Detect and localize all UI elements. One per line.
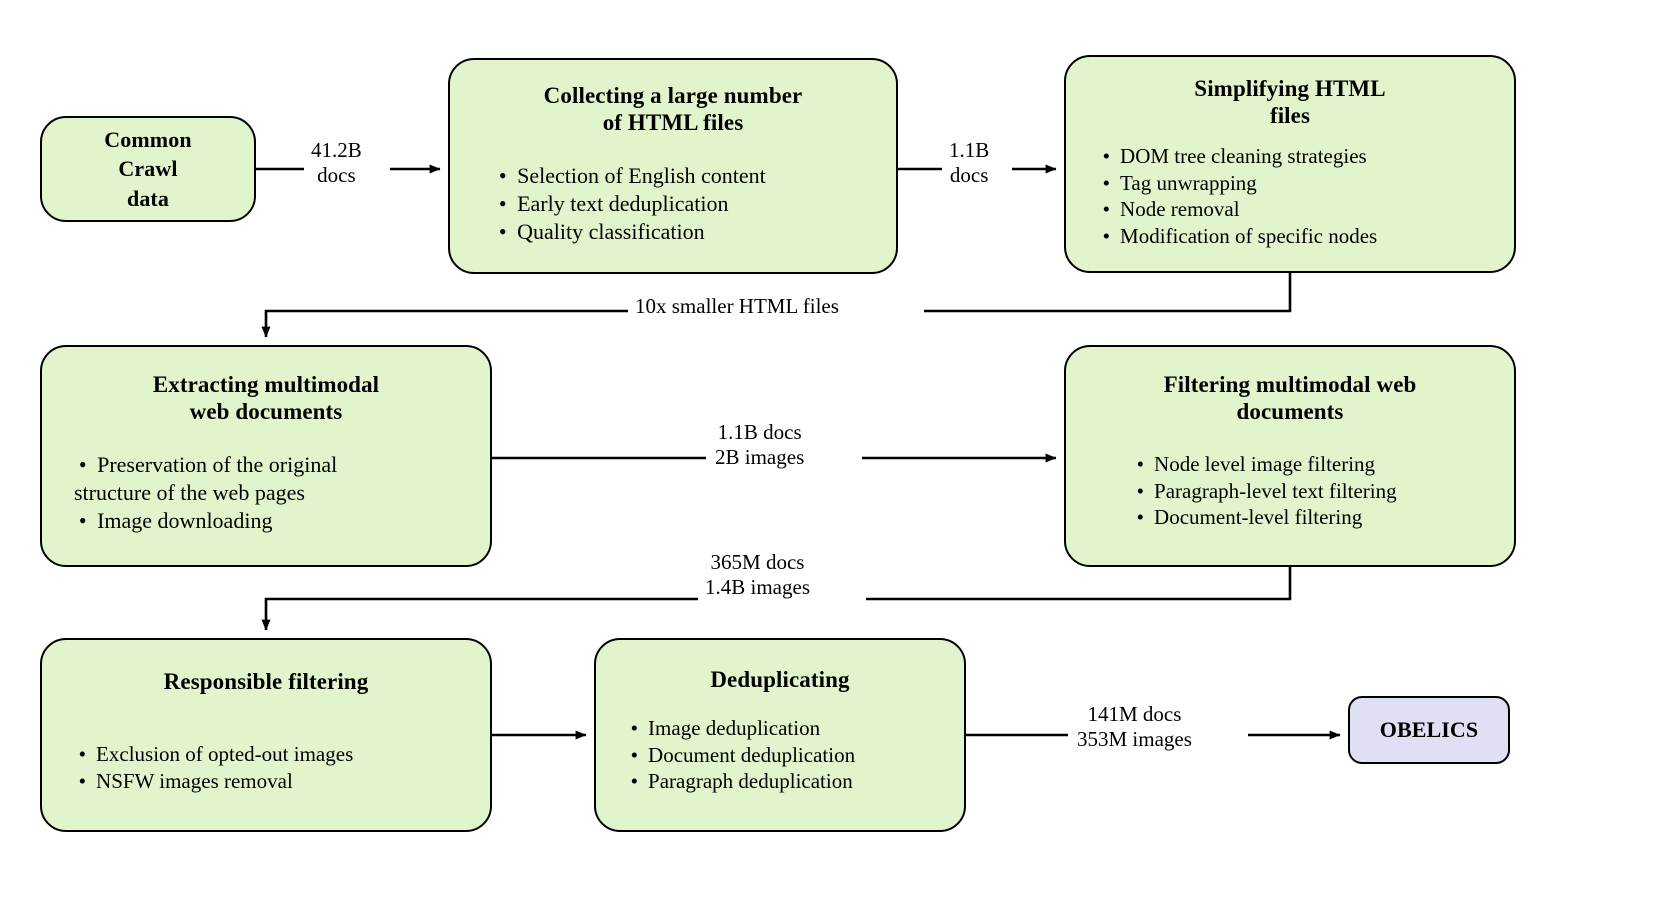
list-item: • Tag unwrapping [1102, 170, 1257, 195]
node-extracting-bullets: • Preservation of the original structure o… [42, 451, 490, 534]
list-item: • Node removal [1102, 197, 1240, 222]
node-collecting-html-files[interactable]: Collecting a large number of HTML files … [448, 58, 898, 274]
bullet-icon: • [1136, 505, 1144, 530]
bullet-icon: • [498, 218, 507, 244]
list-item: • Image deduplication [630, 716, 821, 741]
node-extracting-title: Extracting multimodal web documents [152, 372, 380, 425]
node-deduplicating-bullets: • Image deduplication • Document deduplica… [596, 715, 964, 794]
list-item: • Modification of specific nodes [1102, 223, 1378, 248]
node-obelics-output[interactable]: OBELICS [1348, 696, 1510, 764]
bullet-icon: • [78, 452, 87, 478]
list-item: • Quality classification [498, 218, 705, 244]
node-simplifying-bullets: • DOM tree cleaning strategies • Tag unwra… [1066, 143, 1514, 249]
bullet-icon: • [498, 190, 507, 216]
node-common-crawl[interactable]: Common Crawl data [40, 116, 256, 222]
flowchart-canvas: Common Crawl data Collecting a large num… [0, 0, 1678, 904]
bullet-icon: • [1102, 170, 1110, 195]
node-responsible-bullets: • Exclusion of opted-out images • NSFW ima… [42, 741, 490, 794]
bullet-icon: • [1136, 452, 1144, 477]
node-deduplicating-title: Deduplicating [710, 667, 850, 692]
list-item: • Image downloading [78, 507, 273, 533]
bullet-icon: • [78, 768, 86, 793]
list-item: • Selection of English content [498, 163, 766, 189]
list-item: • Exclusion of opted-out images [78, 742, 354, 767]
bullet-icon: • [498, 163, 507, 189]
bullet-icon: • [630, 742, 638, 767]
bullet-icon: • [78, 742, 86, 767]
bullet-icon: • [1102, 197, 1110, 222]
node-filtering-bullets: • Node level image filtering • Paragraph-l… [1066, 451, 1514, 530]
node-collecting-title: Collecting a large number of HTML files [543, 83, 803, 136]
edge-label-crawl-to-collecting: 41.2B docs [306, 138, 367, 189]
bullet-icon: • [1102, 223, 1110, 248]
node-collecting-bullets: • Selection of English content • Early tex… [450, 162, 896, 245]
list-item: • Paragraph deduplication [630, 769, 853, 794]
node-deduplicating[interactable]: Deduplicating • Image deduplication • Docu… [594, 638, 966, 832]
list-item: • Node level image filtering [1136, 452, 1376, 477]
list-item: • Paragraph-level text filtering [1136, 478, 1397, 503]
node-filtering-title: Filtering multimodal web documents [1163, 372, 1417, 425]
node-filtering-multimodal-web-documents[interactable]: Filtering multimodal web documents • Node… [1064, 345, 1516, 567]
list-item: • NSFW images removal [78, 768, 293, 793]
bullet-icon: • [630, 716, 638, 741]
bullet-icon: • [630, 769, 638, 794]
list-item: • Document-level filtering [1136, 505, 1363, 530]
list-item: • DOM tree cleaning strategies [1102, 144, 1367, 169]
edge-label-simplifying-to-extracting: 10x smaller HTML files [630, 294, 844, 320]
edge-label-extracting-to-filtering: 1.1B docs 2B images [710, 420, 810, 471]
edge-label-filtering-to-responsible: 365M docs 1.4B images [700, 550, 815, 601]
list-item: • Preservation of the original structure o… [74, 452, 338, 505]
list-item: • Early text deduplication [498, 190, 729, 216]
node-responsible-filtering[interactable]: Responsible filtering • Exclusion of opte… [40, 638, 492, 832]
node-simplifying-title: Simplifying HTML files [1194, 76, 1386, 129]
bullet-icon: • [1102, 144, 1110, 169]
node-simplifying-html-files[interactable]: Simplifying HTML files • DOM tree cleanin… [1064, 55, 1516, 273]
bullet-icon: • [1136, 478, 1144, 503]
node-extracting-multimodal-web-documents[interactable]: Extracting multimodal web documents • Pre… [40, 345, 492, 567]
bullet-icon: • [78, 507, 87, 533]
node-responsible-title: Responsible filtering [163, 669, 369, 694]
list-item: • Document deduplication [630, 742, 856, 767]
node-common-crawl-title: Common Crawl data [104, 126, 192, 211]
edge-label-dedup-to-obelics: 141M docs 353M images [1072, 702, 1197, 753]
edge-label-collecting-to-simplifying: 1.1B docs [944, 138, 995, 189]
node-obelics-label: OBELICS [1379, 717, 1479, 743]
